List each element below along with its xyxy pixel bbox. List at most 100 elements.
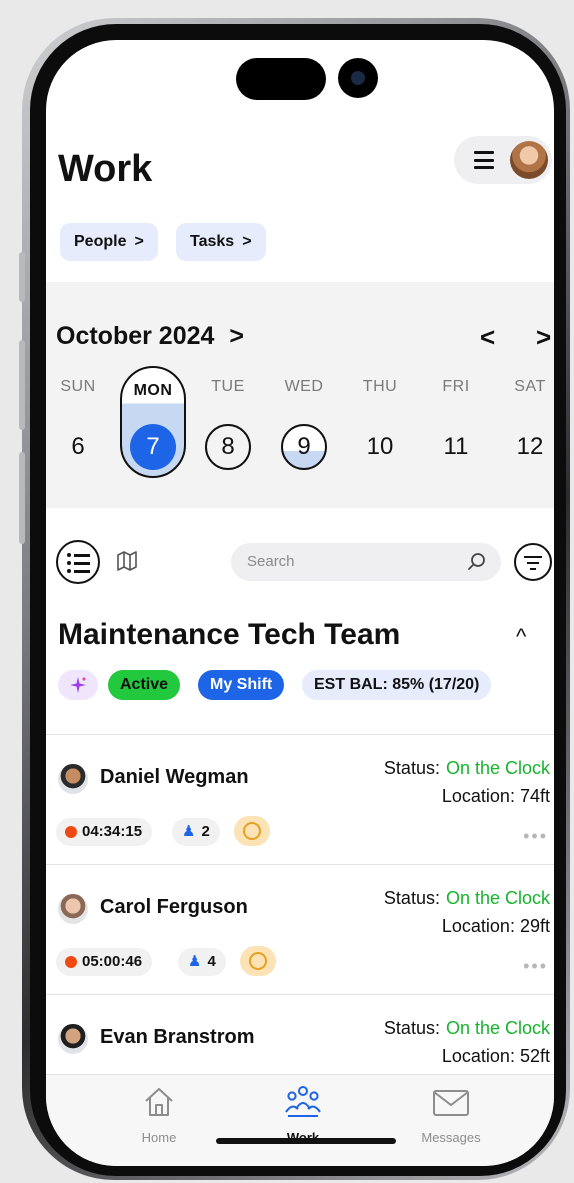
previous-week-button[interactable]: < (480, 322, 495, 353)
tasks-chip[interactable]: Tasks > (176, 223, 266, 261)
ai-sparkle-badge[interactable] (58, 670, 98, 700)
search-icon (468, 553, 485, 570)
location-label: Location: (441, 786, 515, 806)
day-of-week: FRI (442, 378, 470, 395)
filter-button[interactable] (514, 543, 552, 581)
status-label: Status: (383, 758, 440, 778)
tab-label: Messages (421, 1130, 481, 1145)
chevron-right-icon: > (134, 233, 144, 250)
status-value: On the Clock (445, 758, 550, 778)
mail-icon (433, 1090, 469, 1116)
clock-badge-icon[interactable] (234, 816, 270, 846)
avatar (510, 141, 548, 179)
assignee-count: ♟ 4 (178, 948, 226, 976)
people-chip-label: People (74, 233, 127, 250)
member-location: Location: 52ft (442, 1046, 550, 1067)
est-bal-badge: EST BAL: 85% (17/20) (302, 670, 492, 700)
day-number: 10 (366, 433, 394, 460)
assignee-count: ♟ 2 (172, 818, 220, 846)
member-status: Status: On the Clock (384, 888, 550, 909)
avatar (58, 894, 88, 924)
status-value: On the Clock (445, 1018, 550, 1038)
volume-down-button (19, 452, 25, 544)
day-of-week: WED (284, 378, 324, 395)
front-camera (338, 58, 378, 98)
home-icon (145, 1088, 173, 1116)
person-icon: ♟ (182, 823, 196, 840)
avatar (58, 1024, 88, 1054)
location-value: 74ft (519, 786, 550, 806)
count-value: 2 (201, 823, 210, 840)
tab-home[interactable]: Home (104, 1085, 214, 1145)
bottom-tab-bar: Home Work Messages (46, 1074, 554, 1166)
month-label: October 2024 (56, 322, 215, 350)
collapse-chevron-icon[interactable]: ^ (516, 624, 526, 650)
person-icon: ♟ (188, 953, 202, 970)
divider (46, 994, 554, 995)
location-value: 52ft (519, 1046, 550, 1066)
dynamic-island (236, 58, 326, 100)
day-of-week: THU (362, 378, 398, 395)
day-number: 8 (205, 424, 251, 470)
day-sun[interactable]: SUN 6 (46, 378, 110, 470)
member-status: Status: On the Clock (384, 1018, 550, 1039)
tab-work[interactable]: Work (248, 1085, 358, 1145)
status-label: Status: (383, 1018, 440, 1038)
day-thu[interactable]: THU 10 (348, 378, 412, 470)
status-label: Status: (383, 888, 440, 908)
volume-up-button (19, 340, 25, 430)
hamburger-icon (474, 151, 494, 169)
active-badge: Active (108, 670, 181, 700)
tasks-chip-label: Tasks (190, 233, 235, 250)
list-view-button[interactable] (56, 540, 100, 584)
member-location: Location: 74ft (442, 786, 550, 807)
member-status: Status: On the Clock (384, 758, 550, 779)
page-title: Work (58, 148, 153, 190)
clock-timer: 04:34:15 (56, 818, 153, 846)
day-wed[interactable]: WED 9 (272, 378, 336, 470)
chevron-right-icon: > (242, 233, 252, 250)
day-sat[interactable]: SAT 12 (498, 378, 554, 470)
tab-messages[interactable]: Messages (396, 1085, 506, 1145)
day-fri[interactable]: FRI 11 (424, 378, 488, 470)
more-options-icon[interactable]: ••• (523, 826, 548, 847)
count-value: 4 (207, 953, 216, 970)
member-row-carol[interactable]: Carol Ferguson Status: On the Clock Locat… (46, 872, 554, 1000)
next-week-button[interactable]: > (536, 322, 551, 353)
day-mon[interactable]: MON 7 (121, 382, 185, 470)
chevron-right-icon: > (229, 322, 244, 350)
search-placeholder: Search (247, 553, 295, 570)
day-of-week: MON (133, 382, 173, 399)
location-label: Location: (441, 1046, 515, 1066)
day-number: 9 (281, 424, 327, 470)
status-value: On the Clock (445, 888, 550, 908)
member-name: Carol Ferguson (100, 896, 248, 918)
mute-switch (19, 252, 25, 302)
view-toolbar: Search (46, 540, 554, 584)
day-of-week: SAT (514, 378, 546, 395)
app-screen: Work People > Tasks > October 2024 > < > S… (46, 40, 554, 1166)
member-name: Daniel Wegman (100, 766, 249, 788)
map-icon[interactable] (116, 550, 138, 572)
member-row-daniel[interactable]: Daniel Wegman Status: On the Clock Locati… (46, 742, 554, 870)
avatar (58, 764, 88, 794)
location-value: 29ft (519, 916, 550, 936)
more-options-icon[interactable]: ••• (523, 956, 548, 977)
my-shift-badge[interactable]: My Shift (198, 670, 285, 700)
day-number: 12 (516, 433, 544, 460)
day-number: 11 (443, 433, 469, 460)
day-number-selected: 7 (130, 424, 176, 470)
week-calendar: October 2024 > < > SUN 6 MON 7 TUE 8 WED… (46, 282, 554, 508)
clock-badge-icon[interactable] (240, 946, 276, 976)
day-of-week: TUE (211, 378, 245, 395)
people-icon (285, 1086, 321, 1117)
day-number: 6 (71, 433, 85, 460)
month-selector[interactable]: October 2024 > (56, 322, 244, 351)
people-chip[interactable]: People > (60, 223, 158, 261)
menu-profile-button[interactable] (454, 136, 552, 184)
tab-label: Home (141, 1130, 177, 1145)
search-input[interactable]: Search (231, 543, 501, 581)
day-of-week: SUN (60, 378, 96, 395)
day-tue[interactable]: TUE 8 (196, 378, 260, 470)
divider (46, 864, 554, 865)
